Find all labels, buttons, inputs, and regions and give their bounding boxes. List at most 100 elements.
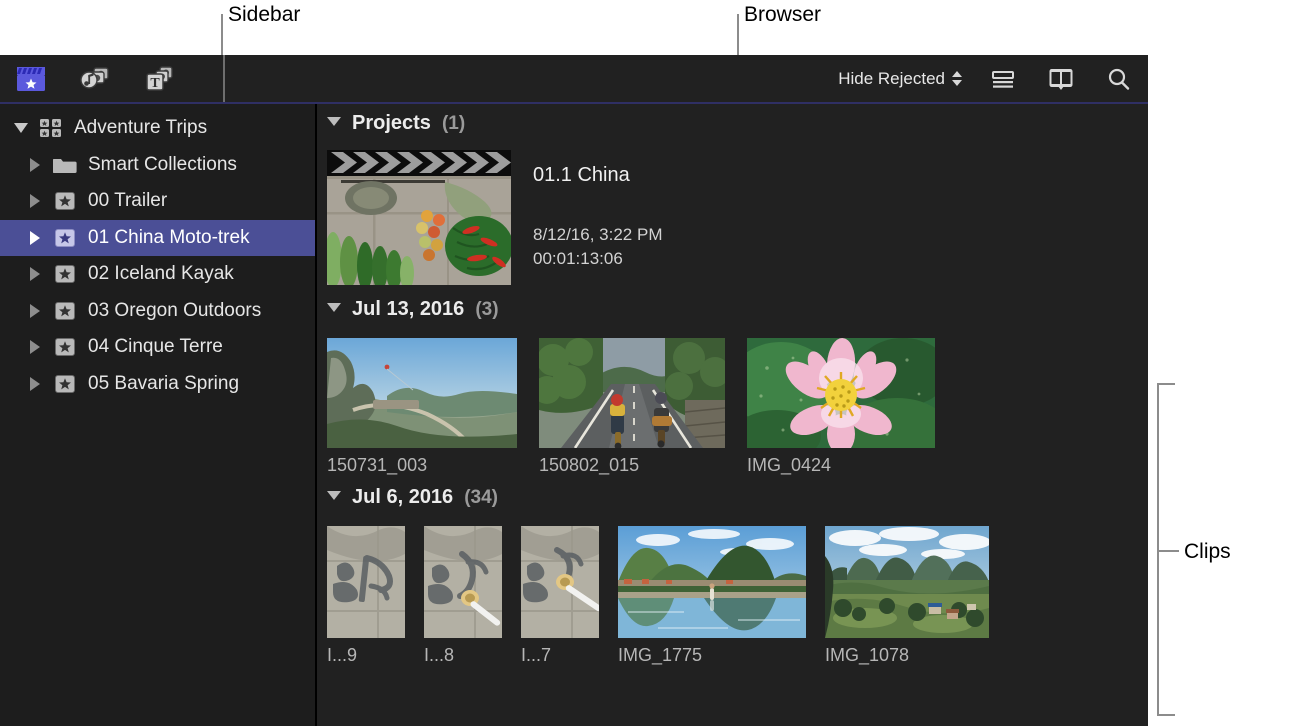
clip-label: 150731_003 — [327, 455, 517, 476]
disclosure-triangle-down-icon[interactable] — [327, 303, 341, 312]
disclosure-triangle-down-icon[interactable] — [327, 491, 341, 500]
callout-browser-line — [737, 14, 739, 56]
disclosure-triangle-right-icon[interactable] — [25, 264, 45, 284]
project-date: 8/12/16, 3:22 PM — [533, 225, 662, 245]
clip-thumbnail[interactable] — [747, 338, 935, 448]
clip-row-jul-6: I...9 — [317, 526, 1148, 666]
sidebar-item-label: 04 Cinque Terre — [88, 336, 223, 358]
titles-generators-icon[interactable]: T — [142, 64, 176, 94]
callout-sidebar-label: Sidebar — [228, 3, 300, 27]
hide-rejected-label: Hide Rejected — [838, 69, 945, 89]
callout-clips-bracket-bottom — [1157, 714, 1175, 716]
disclosure-triangle-right-icon[interactable] — [25, 337, 45, 357]
clip-thumbnail[interactable] — [539, 338, 725, 448]
sidebar-item-adventure-trips[interactable]: Adventure Trips — [0, 110, 315, 147]
event-icon — [53, 190, 77, 212]
browser-toolbar: T Hide Rejected — [0, 55, 1148, 104]
sidebar-item-01-china-moto-trek[interactable]: 01 China Moto-trek — [0, 220, 315, 257]
callout-sidebar-line — [221, 14, 223, 56]
clip-label: I...7 — [521, 645, 599, 666]
clip-thumbnail[interactable] — [618, 526, 806, 638]
project-metadata: 01.1 China 8/12/16, 3:22 PM 00:01:13:06 — [533, 150, 662, 285]
project-thumbnail[interactable] — [327, 150, 511, 285]
disclosure-triangle-down-icon[interactable] — [327, 117, 341, 126]
chevron-updown-icon — [952, 71, 962, 86]
clip-label: IMG_1078 — [825, 645, 989, 666]
hide-rejected-filter[interactable]: Hide Rejected — [838, 69, 962, 89]
sidebar-item-00-trailer[interactable]: 00 Trailer — [0, 183, 315, 220]
clip-thumbnail[interactable] — [424, 526, 502, 638]
callout-clips-label: Clips — [1184, 540, 1231, 564]
sidebar-item-label: Smart Collections — [88, 154, 237, 176]
section-title: Jul 13, 2016 — [352, 298, 464, 321]
clip-label: IMG_0424 — [747, 455, 935, 476]
sidebar-item-label: 05 Bavaria Spring — [88, 373, 239, 395]
clip-item[interactable]: 150731_003 — [327, 338, 517, 476]
filmstrip-view-icon[interactable] — [1044, 64, 1078, 94]
sidebar-item-label: 03 Oregon Outdoors — [88, 300, 261, 322]
sidebar-item-label: 01 China Moto-trek — [88, 227, 250, 249]
sidebar-item-05-bavaria-spring[interactable]: 05 Bavaria Spring — [0, 366, 315, 403]
main-body: Adventure Trips Smart Collections — [0, 104, 1148, 726]
clip-item[interactable]: I...7 — [521, 526, 599, 666]
sidebar-item-04-cinque-terre[interactable]: 04 Cinque Terre — [0, 329, 315, 366]
callout-clips-bracket-tick — [1159, 550, 1179, 552]
event-icon — [53, 373, 77, 395]
disclosure-triangle-down-icon[interactable] — [11, 118, 31, 138]
disclosure-triangle-right-icon[interactable] — [25, 155, 45, 175]
clip-item[interactable]: IMG_1775 — [618, 526, 806, 666]
section-title: Projects — [352, 112, 431, 135]
callout-clips-bracket-top — [1157, 383, 1175, 385]
project-duration: 00:01:13:06 — [533, 249, 662, 269]
clip-label: 150802_015 — [539, 455, 725, 476]
disclosure-triangle-right-icon[interactable] — [25, 301, 45, 321]
section-header-jul-6-2016[interactable]: Jul 6, 2016 (34) — [317, 486, 1148, 520]
event-icon — [53, 227, 77, 249]
project-name: 01.1 China — [533, 164, 662, 187]
clip-item[interactable]: I...8 — [424, 526, 502, 666]
disclosure-triangle-right-icon[interactable] — [25, 374, 45, 394]
search-icon[interactable] — [1102, 64, 1136, 94]
photos-audio-icon[interactable] — [78, 64, 112, 94]
project-item[interactable]: 01.1 China 8/12/16, 3:22 PM 00:01:13:06 — [317, 150, 1148, 285]
clip-thumbnail[interactable] — [327, 526, 405, 638]
section-header-jul-13-2016[interactable]: Jul 13, 2016 (3) — [317, 298, 1148, 332]
event-icon — [53, 263, 77, 285]
event-icon — [53, 336, 77, 358]
final-cut-pro-window: T Hide Rejected — [0, 55, 1148, 726]
section-count: (34) — [464, 487, 498, 509]
clip-item[interactable]: IMG_0424 — [747, 338, 935, 476]
clip-label: I...9 — [327, 645, 405, 666]
clip-label: IMG_1775 — [618, 645, 806, 666]
toolbar-divider — [223, 55, 225, 102]
clip-thumbnail[interactable] — [825, 526, 989, 638]
disclosure-triangle-right-icon[interactable] — [25, 191, 45, 211]
disclosure-triangle-right-icon[interactable] — [25, 228, 45, 248]
list-view-icon[interactable] — [986, 64, 1020, 94]
clip-label: I...8 — [424, 645, 502, 666]
sidebar: Adventure Trips Smart Collections — [0, 104, 317, 726]
clip-thumbnail[interactable] — [327, 338, 517, 448]
sidebar-item-02-iceland-kayak[interactable]: 02 Iceland Kayak — [0, 256, 315, 293]
clip-item[interactable]: IMG_1078 — [825, 526, 989, 666]
svg-text:T: T — [150, 76, 160, 91]
library-icon — [39, 117, 63, 139]
browser-pane: Projects (1) — [317, 104, 1148, 726]
media-browser-icon[interactable] — [14, 64, 48, 94]
sidebar-item-label: 00 Trailer — [88, 190, 167, 212]
folder-icon — [53, 154, 77, 176]
clip-thumbnail[interactable] — [521, 526, 599, 638]
event-icon — [53, 300, 77, 322]
sidebar-item-03-oregon-outdoors[interactable]: 03 Oregon Outdoors — [0, 293, 315, 330]
section-count: (3) — [475, 299, 498, 321]
sidebar-item-smart-collections[interactable]: Smart Collections — [0, 147, 315, 184]
clip-item[interactable]: 150802_015 — [539, 338, 725, 476]
callout-browser-label: Browser — [744, 3, 821, 27]
section-title: Jul 6, 2016 — [352, 486, 453, 509]
section-header-projects[interactable]: Projects (1) — [317, 112, 1148, 146]
sidebar-item-label: 02 Iceland Kayak — [88, 263, 234, 285]
clip-item[interactable]: I...9 — [327, 526, 405, 666]
clip-row-jul-13: 150731_003 — [317, 338, 1148, 476]
sidebar-item-label: Adventure Trips — [74, 117, 207, 139]
section-count: (1) — [442, 113, 465, 135]
